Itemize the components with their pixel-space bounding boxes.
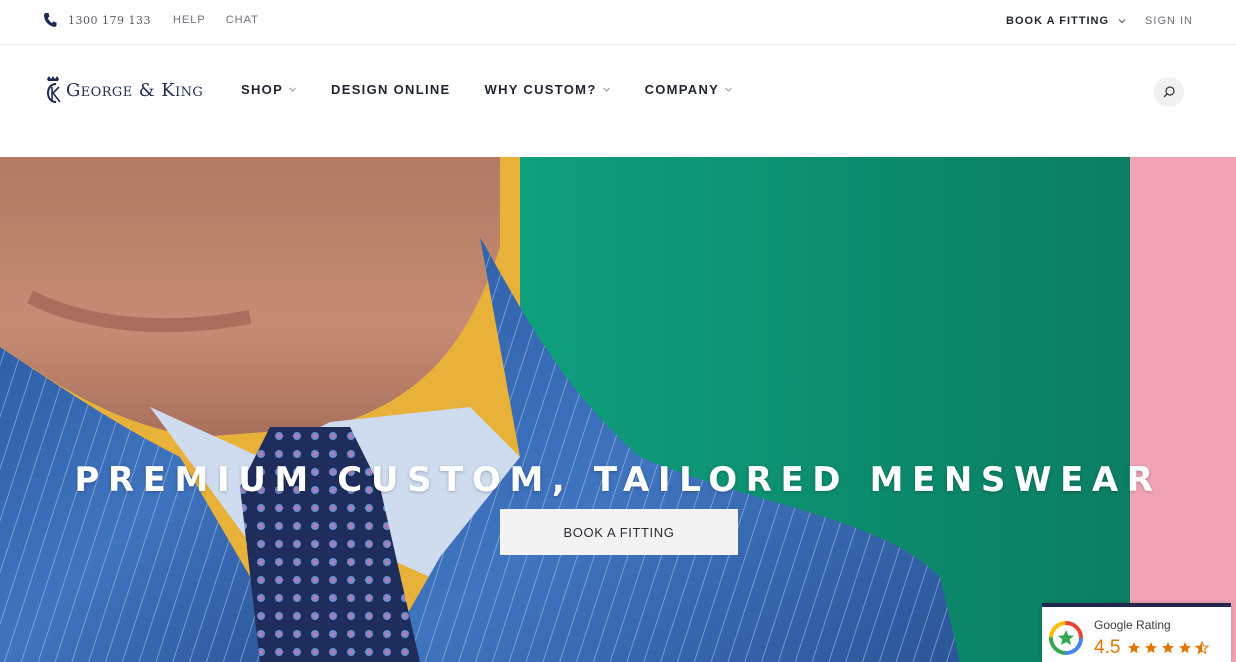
brand-wordmark: George & King [66, 79, 204, 101]
star-full-icon [1162, 642, 1174, 654]
phone-icon[interactable] [43, 12, 57, 28]
main-header: George & King SHOP DESIGN ONLINE WHY CUS… [0, 46, 1236, 157]
contact-links: 1300 179 133 HELP CHAT [43, 0, 259, 40]
crown-monogram-icon [46, 76, 61, 103]
hero-headline: PREMIUM CUSTOM, TAILORED MENSWEAR [74, 460, 1162, 500]
chevron-down-icon [725, 87, 733, 92]
chevron-down-icon [602, 87, 610, 92]
nav-company-label: COMPANY [644, 82, 720, 97]
search-icon [1163, 86, 1175, 98]
star-full-icon [1128, 642, 1140, 654]
star-full-icon [1145, 642, 1157, 654]
chat-link[interactable]: CHAT [226, 14, 259, 26]
nav-why-custom[interactable]: WHY CUSTOM? [485, 82, 611, 97]
nav-design-online-label: DESIGN ONLINE [331, 82, 451, 97]
chevron-down-icon[interactable] [1117, 16, 1127, 26]
google-logo-icon [1049, 621, 1083, 655]
star-full-icon [1179, 642, 1191, 654]
account-links: BOOK A FITTING SIGN IN [1006, 0, 1193, 42]
rating-label: Google Rating [1094, 618, 1171, 632]
chevron-down-icon [289, 87, 296, 92]
top-utility-bar: 1300 179 133 HELP CHAT BOOK A FITTING SI… [0, 0, 1236, 45]
nav-design-online[interactable]: DESIGN ONLINE [331, 82, 450, 97]
nav-shop[interactable]: SHOP [241, 82, 297, 97]
help-link[interactable]: HELP [173, 14, 206, 26]
hero-photo [0, 157, 1236, 662]
search-button[interactable] [1154, 77, 1184, 107]
nav-company[interactable]: COMPANY [645, 82, 734, 97]
hero-banner: PREMIUM CUSTOM, TAILORED MENSWEAR BOOK A… [0, 157, 1236, 662]
nav-why-custom-label: WHY CUSTOM? [484, 82, 597, 97]
nav-shop-label: SHOP [241, 82, 284, 97]
star-half-icon [1195, 641, 1209, 655]
book-fitting-link[interactable]: BOOK A FITTING [1006, 15, 1109, 27]
sign-in-link[interactable]: SIGN IN [1145, 15, 1193, 27]
google-rating-widget[interactable]: Google Rating 4.5 [1042, 603, 1231, 662]
hero-book-fitting-button[interactable]: BOOK A FITTING [500, 509, 738, 555]
primary-nav: SHOP DESIGN ONLINE WHY CUSTOM? COMPANY [241, 82, 767, 97]
rating-stars [1127, 641, 1209, 655]
brand-logo[interactable]: George & King [43, 74, 203, 106]
phone-number-link[interactable]: 1300 179 133 [68, 14, 151, 27]
rating-score: 4.5 [1094, 637, 1121, 658]
